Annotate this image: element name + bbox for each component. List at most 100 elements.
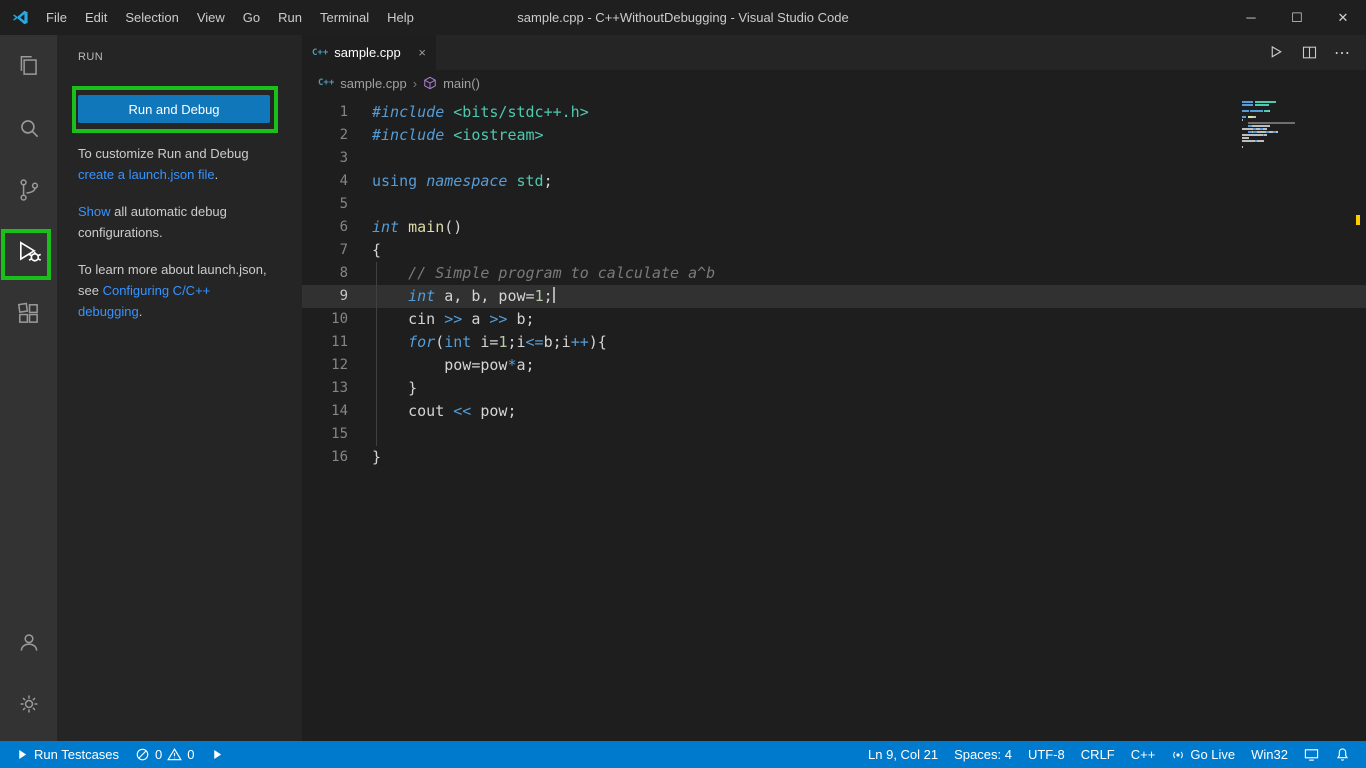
minimap-line	[1242, 145, 1326, 148]
breadcrumb: C++ sample.cpp › main()	[302, 70, 1366, 96]
code-line-11[interactable]: 11 for(int i=1;i<=b;i++){	[302, 331, 1366, 354]
status-bar-right: Ln 9, Col 21 Spaces: 4 UTF-8 CRLF C++ Go…	[860, 741, 1366, 768]
code-line-9[interactable]: 9 int a, b, pow=1;	[302, 285, 1366, 308]
code-line-12[interactable]: 12 pow=pow*a;	[302, 354, 1366, 377]
code-line-2[interactable]: 2 #include <iostream>	[302, 124, 1366, 147]
run-testcases-button[interactable]: Run Testcases	[8, 741, 127, 768]
menu-terminal[interactable]: Terminal	[311, 10, 378, 25]
status-bar: Run Testcases 0 0 Ln 9, Col 21 Spaces: 4…	[0, 741, 1366, 768]
extensions-icon[interactable]	[0, 283, 57, 345]
code-text: for(int i=1;i<=b;i++){	[408, 333, 607, 351]
indentation[interactable]: Spaces: 4	[946, 741, 1020, 768]
breadcrumb-separator-icon: ›	[412, 75, 418, 91]
breadcrumb-symbol[interactable]: main()	[443, 76, 480, 91]
remote-window-icon[interactable]	[1296, 741, 1327, 768]
code-line-15[interactable]: 15	[302, 423, 1366, 446]
activity-bar-bottom	[0, 611, 57, 735]
explorer-icon[interactable]	[0, 35, 57, 97]
status-bar-left: Run Testcases 0 0	[0, 741, 232, 768]
go-live-label: Go Live	[1190, 747, 1236, 762]
search-icon[interactable]	[0, 97, 57, 159]
code-line-10[interactable]: 10 cin >> a >> b;	[302, 308, 1366, 331]
minimize-button[interactable]: ─	[1228, 0, 1274, 35]
code-text: using namespace std;	[372, 172, 553, 190]
code-text: {	[372, 241, 382, 259]
go-live-button[interactable]: Go Live	[1163, 741, 1243, 768]
line-number: 12	[331, 357, 348, 373]
menu-run[interactable]: Run	[269, 10, 311, 25]
run-and-debug-icon[interactable]	[0, 221, 57, 283]
notifications-bell-icon[interactable]	[1327, 741, 1358, 768]
accounts-icon[interactable]	[0, 611, 57, 673]
sidebar-link[interactable]: Show	[78, 204, 111, 219]
window-controls: ─ ☐ ✕	[1228, 0, 1366, 35]
tab-bar: C++ sample.cpp × ⋯	[302, 35, 1366, 70]
breadcrumb-file[interactable]: sample.cpp	[340, 76, 406, 91]
code-text: cin >> a >> b;	[372, 310, 535, 328]
tab-label: sample.cpp	[334, 45, 401, 60]
code-line-16[interactable]: 16}	[302, 446, 1366, 469]
run-and-debug-button[interactable]: Run and Debug	[78, 95, 270, 123]
warning-count: 0	[187, 747, 195, 762]
menu-view[interactable]: View	[188, 10, 234, 25]
line-number: 7	[339, 242, 348, 258]
code-text: int main()	[372, 218, 463, 236]
titlebar: File Edit Selection View Go Run Terminal Help s…	[0, 0, 1366, 35]
symbol-method-icon	[423, 76, 437, 90]
code-line-5[interactable]: 5	[302, 193, 1366, 216]
cpp-file-icon: C++	[312, 47, 329, 58]
code-text: cout << pow;	[372, 402, 517, 420]
encoding[interactable]: UTF-8	[1020, 741, 1073, 768]
code-text: pow=pow*a;	[372, 356, 535, 374]
line-number: 5	[339, 196, 348, 212]
warning-icon	[167, 747, 183, 761]
code-line-1[interactable]: 1 #include <bits/stdc++.h>	[302, 101, 1366, 124]
code-line-7[interactable]: 7{	[302, 239, 1366, 262]
tab-sample-cpp[interactable]: C++ sample.cpp ×	[302, 35, 437, 70]
code-editor[interactable]: 1 #include <bits/stdc++.h> 2 #include <iost…	[302, 96, 1366, 741]
code-text: int a, b, pow=1;	[408, 287, 555, 305]
error-count: 0	[155, 747, 163, 762]
code-line-8[interactable]: 8 // Simple program to calculate a^b	[302, 262, 1366, 285]
problems-indicator[interactable]: 0 0	[127, 741, 202, 768]
sidebar-link[interactable]: create a launch.json file	[78, 167, 215, 182]
menu-selection[interactable]: Selection	[116, 10, 187, 25]
line-number: 11	[331, 334, 348, 350]
platform-indicator[interactable]: Win32	[1243, 741, 1296, 768]
settings-gear-icon[interactable]	[0, 673, 57, 735]
code-lines: 1 #include <bits/stdc++.h> 2 #include <iost…	[302, 96, 1366, 469]
line-number: 10	[331, 311, 348, 327]
split-editor-button[interactable]	[1301, 44, 1318, 61]
line-number: 16	[331, 449, 348, 465]
code-line-6[interactable]: 6 int main()	[302, 216, 1366, 239]
line-number: 1	[339, 104, 348, 120]
menu-go[interactable]: Go	[234, 10, 269, 25]
code-line-4[interactable]: 4 using namespace std;	[302, 170, 1366, 193]
sidebar-text: .	[214, 167, 219, 182]
close-tab-icon[interactable]: ×	[418, 45, 426, 60]
more-actions-icon[interactable]: ⋯	[1334, 43, 1350, 63]
menu-file[interactable]: File	[37, 10, 76, 25]
menu-help[interactable]: Help	[378, 10, 423, 25]
line-number: 6	[339, 219, 348, 235]
language-mode[interactable]: C++	[1123, 741, 1164, 768]
code-line-13[interactable]: 13 }	[302, 377, 1366, 400]
run-file-button[interactable]	[1268, 44, 1285, 61]
cursor-position[interactable]: Ln 9, Col 21	[860, 741, 946, 768]
minimap[interactable]	[1242, 100, 1326, 148]
maximize-button[interactable]: ☐	[1274, 0, 1320, 35]
code-text: #include <bits/stdc++.h>	[372, 103, 589, 121]
vscode-window: File Edit Selection View Go Run Terminal Help s…	[0, 0, 1366, 768]
code-text: }	[372, 379, 418, 397]
activity-bar	[0, 35, 57, 741]
sidebar-text: To customize Run and Debug	[78, 146, 249, 161]
code-line-3[interactable]: 3	[302, 147, 1366, 170]
debug-start-button[interactable]	[203, 741, 232, 768]
close-button[interactable]: ✕	[1320, 0, 1366, 35]
source-control-icon[interactable]	[0, 159, 57, 221]
vscode-logo-icon	[12, 9, 29, 26]
code-line-14[interactable]: 14 cout << pow;	[302, 400, 1366, 423]
sidebar-paragraphs: To customize Run and Debug create a laun…	[78, 143, 268, 322]
end-of-line[interactable]: CRLF	[1073, 741, 1123, 768]
menu-edit[interactable]: Edit	[76, 10, 116, 25]
